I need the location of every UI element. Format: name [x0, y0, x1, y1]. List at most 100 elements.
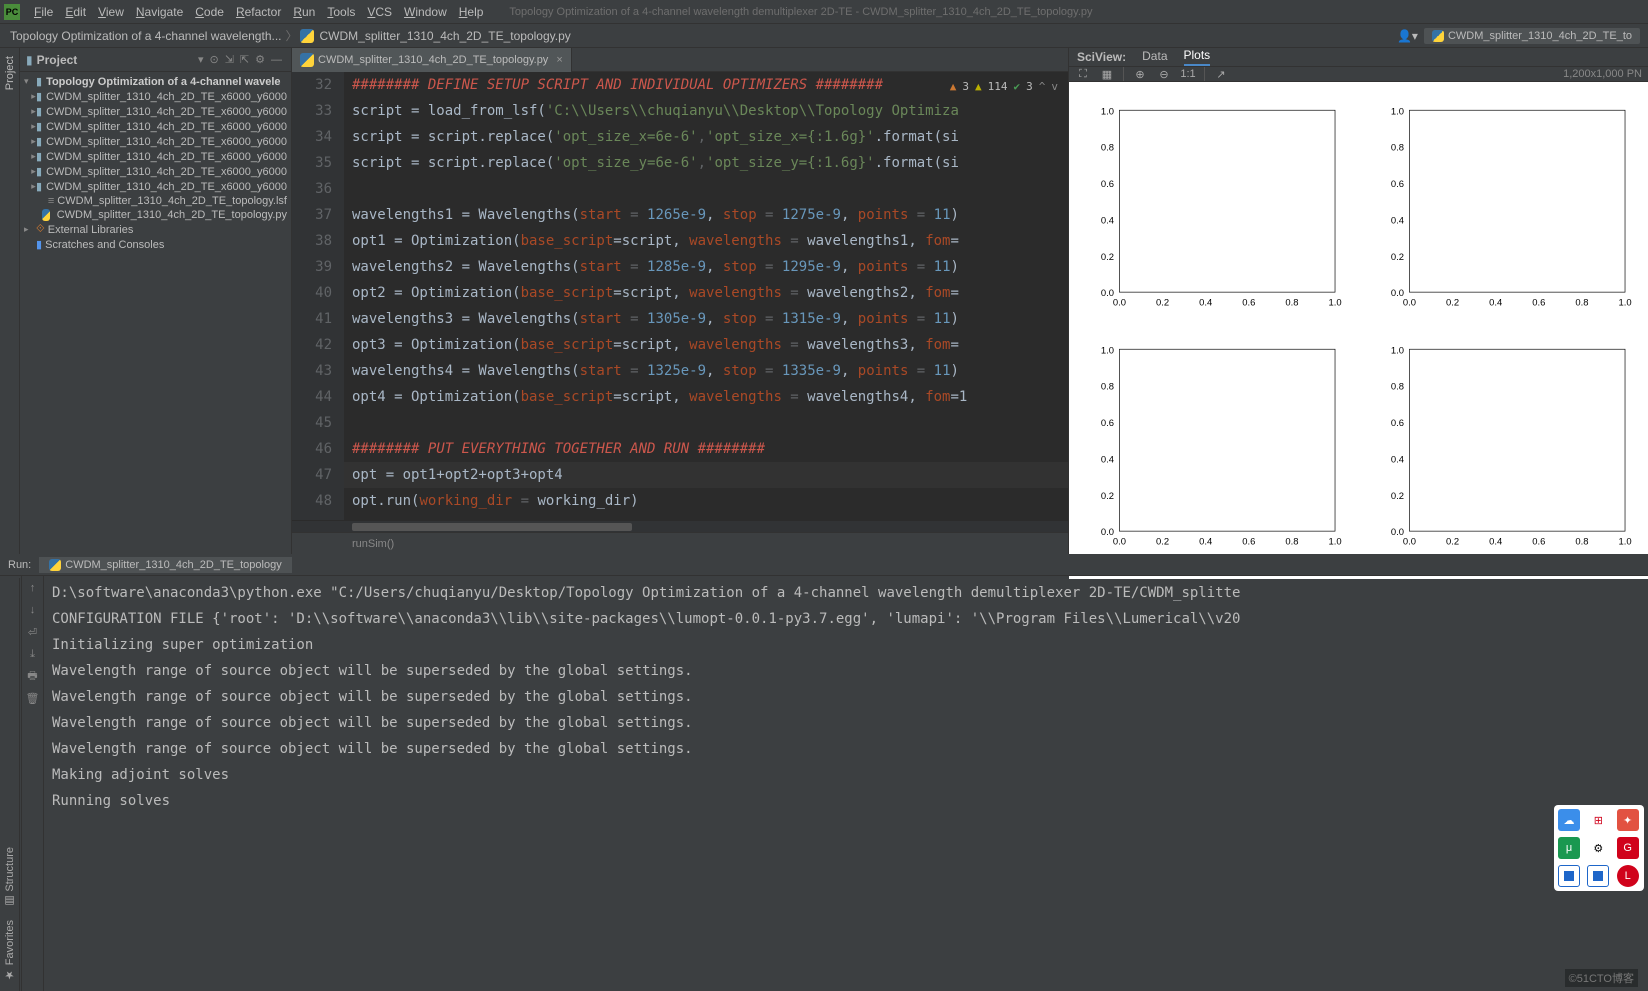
inspection-widget[interactable]: ▲3 ▲114 ✔3 ^ v [946, 74, 1062, 100]
svg-text:0.0: 0.0 [1113, 535, 1126, 546]
menu-refactor[interactable]: Refactor [230, 5, 287, 19]
left-toolwindow-stripe: Project [0, 48, 20, 554]
user-icon[interactable]: 👤▾ [1391, 29, 1424, 43]
menu-view[interactable]: View [92, 5, 130, 19]
editor-breadcrumb: runSim() [292, 532, 1068, 554]
tree-folder[interactable]: ▸▮CWDM_splitter_1310_4ch_2D_TE_x6000_y60… [20, 89, 291, 104]
breadcrumb-root[interactable]: Topology Optimization of a 4-channel wav… [8, 29, 284, 43]
sciview-tab-plots[interactable]: Plots [1184, 48, 1211, 66]
svg-text:0.2: 0.2 [1390, 489, 1403, 500]
svg-text:1.0: 1.0 [1618, 535, 1631, 546]
run-label: Run: [0, 559, 39, 571]
svg-text:1.0: 1.0 [1390, 344, 1403, 355]
editor-body[interactable]: 323334353637383940414243444546474849 ###… [292, 72, 1068, 520]
external-libraries-node[interactable]: ▸⟐ External Libraries [20, 222, 291, 237]
plot-thumbnail-2[interactable]: 0.00.20.40.60.81.00.00.20.40.60.81.0 [1369, 102, 1639, 321]
zoom-in-icon[interactable]: ⊕ [1132, 68, 1148, 81]
tree-folder[interactable]: ▸▮CWDM_splitter_1310_4ch_2D_TE_x6000_y60… [20, 119, 291, 134]
tray-icon[interactable]: ☁ [1558, 809, 1580, 831]
editor-horizontal-scrollbar[interactable] [292, 520, 1068, 532]
svg-text:0.2: 0.2 [1445, 535, 1458, 546]
plot-thumbnail-1[interactable]: 0.00.20.40.60.81.00.00.20.40.60.81.0 [1079, 102, 1349, 321]
svg-text:1.0: 1.0 [1328, 535, 1341, 546]
svg-text:0.8: 0.8 [1390, 380, 1403, 391]
actual-size-icon[interactable]: 1:1 [1180, 68, 1196, 80]
scroll-to-end-icon[interactable]: ⤓ [25, 646, 41, 662]
python-file-icon [49, 559, 61, 571]
tray-icon[interactable]: ⊞ [1587, 809, 1609, 831]
svg-text:0.6: 0.6 [1101, 417, 1114, 428]
close-icon[interactable]: × [556, 54, 562, 66]
chevron-down-icon[interactable]: v [1051, 74, 1058, 100]
expand-all-icon[interactable]: ⇲ [222, 53, 237, 66]
tree-file[interactable]: ≡ CWDM_splitter_1310_4ch_2D_TE_topology.… [20, 194, 291, 208]
tray-icon[interactable]: ✦ [1617, 809, 1639, 831]
menu-file[interactable]: File [28, 5, 59, 19]
plot-thumbnail-4[interactable]: 0.00.20.40.60.81.00.00.20.40.60.81.0 [1369, 341, 1639, 560]
editor-tab-active[interactable]: CWDM_splitter_1310_4ch_2D_TE_topology.py… [292, 48, 572, 72]
run-tab-label: CWDM_splitter_1310_4ch_2D_TE_topology [65, 559, 281, 571]
tree-folder[interactable]: ▸▮CWDM_splitter_1310_4ch_2D_TE_x6000_y60… [20, 164, 291, 179]
up-icon[interactable]: ↑ [25, 580, 41, 596]
breadcrumb-file[interactable]: CWDM_splitter_1310_4ch_2D_TE_topology.py [318, 29, 573, 43]
select-opened-file-icon[interactable]: ⊙ [206, 53, 221, 66]
tray-icon[interactable]: G [1617, 837, 1639, 859]
structure-toolwindow-tab[interactable]: ▤ Structure [3, 841, 16, 914]
sciview-tab-data[interactable]: Data [1142, 49, 1167, 65]
tree-file[interactable]: CWDM_splitter_1310_4ch_2D_TE_topology.py [20, 208, 291, 222]
menu-code[interactable]: Code [189, 5, 230, 19]
soft-wrap-icon[interactable]: ⏎ [25, 624, 41, 640]
menu-help[interactable]: Help [453, 5, 490, 19]
zoom-out-icon[interactable]: ⊖ [1156, 68, 1172, 81]
fit-icon[interactable]: ⛶ [1075, 68, 1091, 81]
menu-vcs[interactable]: VCS [361, 5, 398, 19]
export-icon[interactable]: ↗ [1213, 68, 1229, 81]
svg-text:0.4: 0.4 [1199, 535, 1212, 546]
tray-icon[interactable]: L [1617, 865, 1639, 887]
tray-icon[interactable] [1587, 865, 1609, 887]
tray-icon[interactable]: ⚙ [1587, 837, 1609, 859]
svg-text:0.4: 0.4 [1390, 214, 1403, 225]
chevron-up-icon[interactable]: ^ [1039, 74, 1046, 100]
left-toolwindow-stripe-bottom: ★ Favorites ▤ Structure [0, 578, 20, 991]
run-configuration-select[interactable]: CWDM_splitter_1310_4ch_2D_TE_to [1424, 28, 1640, 44]
svg-text:0.2: 0.2 [1445, 297, 1458, 308]
scratches-node[interactable]: ▮ Scratches and Consoles [20, 237, 291, 252]
settings-icon[interactable]: ⚙ [252, 53, 268, 66]
console-output[interactable]: D:\software\anaconda3\python.exe "C:/Use… [44, 576, 1648, 991]
grid-icon[interactable]: ▦ [1099, 68, 1115, 81]
tree-folder[interactable]: ▸▮CWDM_splitter_1310_4ch_2D_TE_x6000_y60… [20, 134, 291, 149]
down-icon[interactable]: ↓ [25, 602, 41, 618]
run-tab[interactable]: CWDM_splitter_1310_4ch_2D_TE_topology [39, 557, 291, 573]
menu-window[interactable]: Window [398, 5, 453, 19]
print-icon[interactable]: 🖶 [25, 668, 41, 684]
project-root-node[interactable]: ▾▮Topology Optimization of a 4-channel w… [20, 74, 291, 89]
menu-tools[interactable]: Tools [321, 5, 361, 19]
svg-text:1.0: 1.0 [1101, 105, 1114, 116]
run-toolwindow: Run: CWDM_splitter_1310_4ch_2D_TE_topolo… [0, 554, 1648, 991]
tree-folder[interactable]: ▸▮CWDM_splitter_1310_4ch_2D_TE_x6000_y60… [20, 149, 291, 164]
svg-text:0.6: 0.6 [1532, 535, 1545, 546]
collapse-all-icon[interactable]: ⇱ [237, 53, 252, 66]
menu-run[interactable]: Run [287, 5, 321, 19]
tray-icon[interactable]: μ [1558, 837, 1580, 859]
scrollbar-thumb[interactable] [352, 523, 632, 531]
svg-text:0.4: 0.4 [1101, 453, 1114, 464]
svg-text:1.0: 1.0 [1328, 297, 1341, 308]
tree-folder[interactable]: ▸▮CWDM_splitter_1310_4ch_2D_TE_x6000_y60… [20, 104, 291, 119]
hide-panel-icon[interactable]: — [268, 54, 285, 66]
editor-code[interactable]: ######## DEFINE SETUP SCRIPT AND INDIVID… [344, 72, 1068, 520]
tray-icon[interactable] [1558, 865, 1580, 887]
project-tree[interactable]: ▾▮Topology Optimization of a 4-channel w… [20, 72, 291, 554]
plot-thumbnail-3[interactable]: 0.00.20.40.60.81.00.00.20.40.60.81.0 [1079, 341, 1349, 560]
favorites-toolwindow-tab[interactable]: ★ Favorites [3, 914, 16, 987]
sciview-toolbar: ⛶ ▦ ⊕ ⊖ 1:1 ↗ 1,200x1,000 PN [1069, 67, 1648, 82]
menu-navigate[interactable]: Navigate [130, 5, 189, 19]
python-file-icon [300, 29, 314, 43]
project-toolwindow-tab[interactable]: Project [4, 52, 16, 94]
weak-warning-count: 3 [1026, 74, 1033, 100]
tree-folder[interactable]: ▸▮CWDM_splitter_1310_4ch_2D_TE_x6000_y60… [20, 179, 291, 194]
clear-icon[interactable]: 🗑 [25, 690, 41, 706]
view-mode-dropdown[interactable]: ▾ [195, 53, 207, 66]
menu-edit[interactable]: Edit [59, 5, 92, 19]
